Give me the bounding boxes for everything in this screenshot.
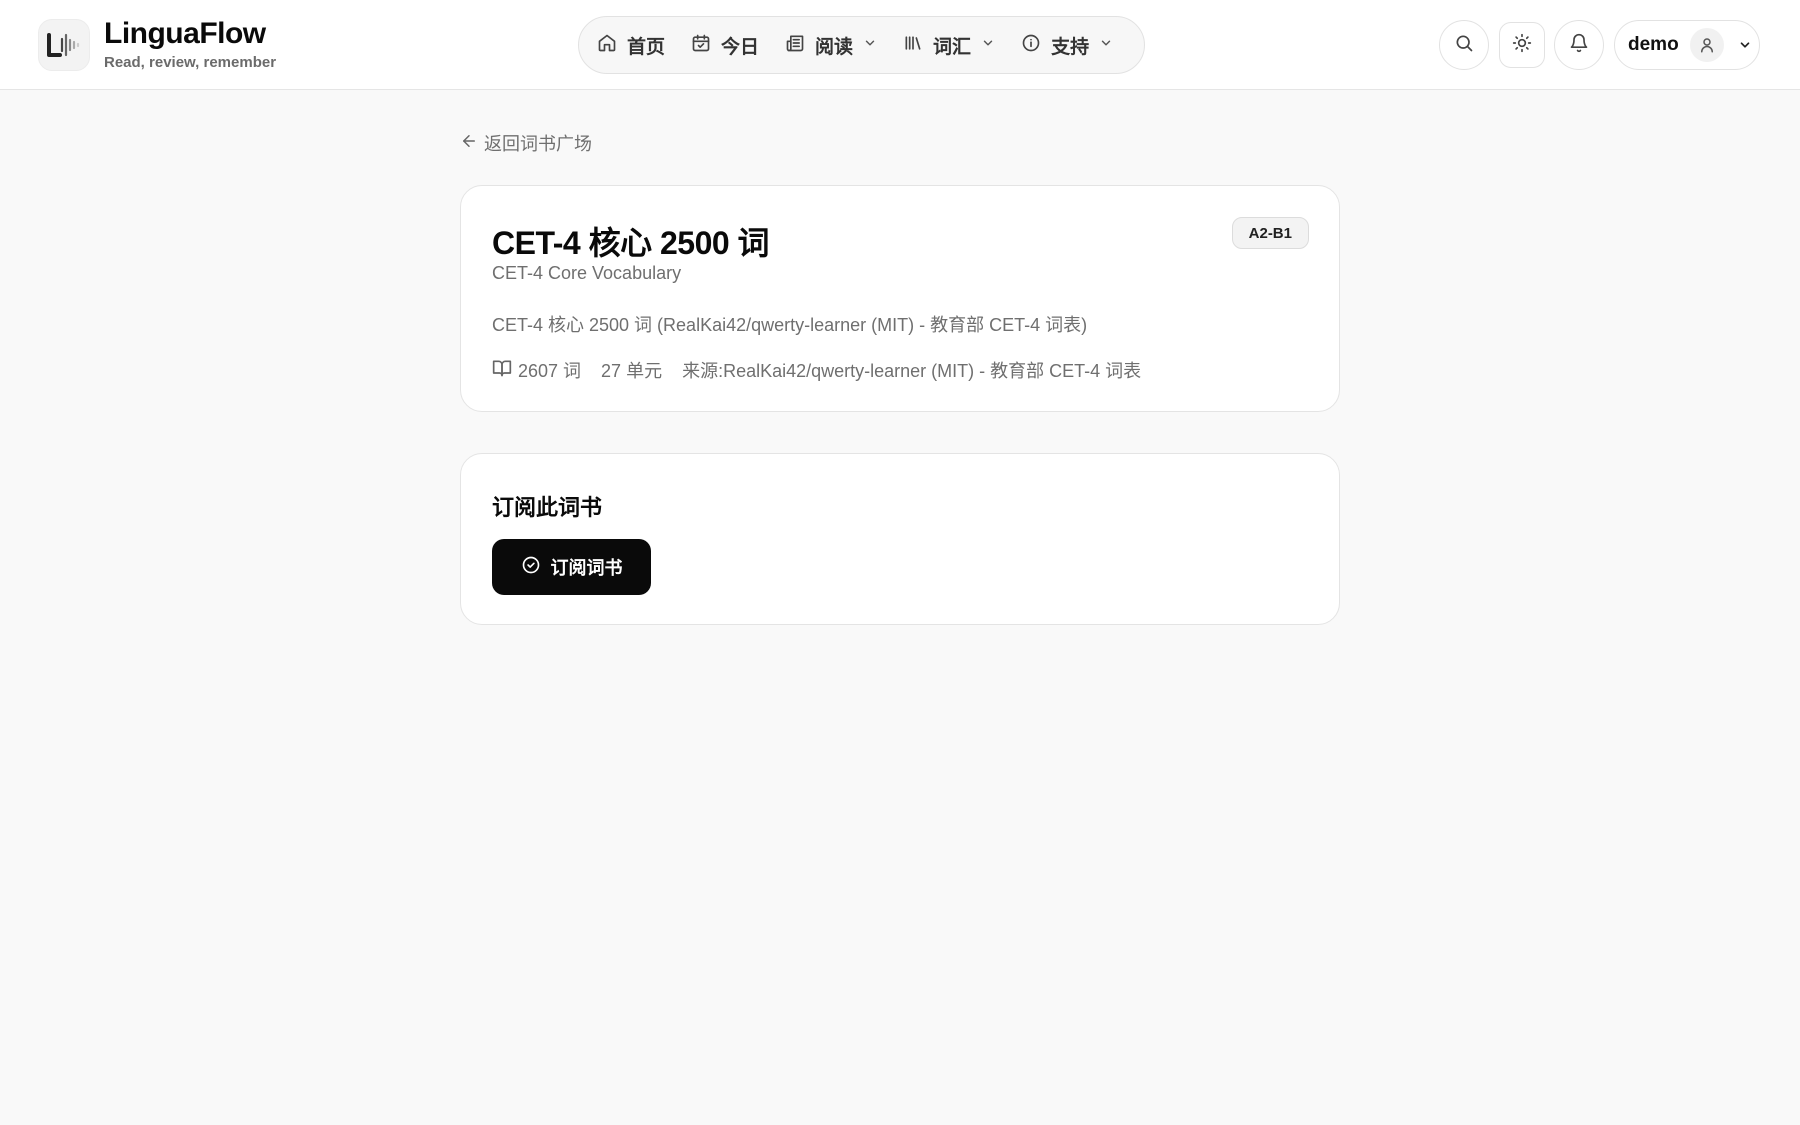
chevron-down-icon	[1738, 38, 1752, 52]
home-icon	[597, 33, 617, 58]
brand-tagline: Read, review, remember	[104, 54, 277, 71]
calendar-check-icon	[691, 33, 711, 58]
brand-title: LinguaFlow	[104, 17, 266, 50]
nav-label: 支持	[1051, 36, 1090, 58]
wordbook-meta: 2607 词 27 单元 来源:RealKai42/qwerty-learner…	[492, 357, 1141, 383]
nav-item-today[interactable]: 今日	[691, 25, 759, 65]
search-icon	[1454, 33, 1474, 58]
nav-label: 今日	[721, 36, 760, 58]
user-menu-button[interactable]: demo	[1614, 20, 1760, 70]
nav-label: 词汇	[933, 36, 972, 58]
check-circle-icon	[521, 555, 541, 580]
library-icon	[903, 33, 923, 58]
chevron-down-icon	[863, 36, 877, 55]
nav-item-support[interactable]: 支持	[1021, 25, 1113, 65]
search-button[interactable]	[1439, 20, 1489, 70]
chevron-down-icon	[981, 36, 995, 55]
subscribe-button-label: 订阅词书	[550, 558, 623, 578]
notifications-button[interactable]	[1554, 20, 1604, 70]
wordbook-description: CET-4 核心 2500 词 (RealKai42/qwerty-learne…	[492, 315, 1088, 335]
back-link-label: 返回词书广场	[484, 134, 592, 154]
wordbook-info-card: CET-4 核心 2500 词 A2-B1 CET-4 Core Vocabul…	[460, 185, 1340, 412]
sun-icon	[1512, 33, 1532, 58]
wordbook-title: CET-4 核心 2500 词	[492, 225, 770, 261]
logo-icon	[38, 19, 90, 71]
subscribe-button[interactable]: 订阅词书	[492, 539, 651, 595]
avatar	[1689, 28, 1724, 62]
theme-toggle-button[interactable]	[1499, 22, 1545, 68]
arrow-left-icon	[460, 132, 478, 155]
book-open-icon	[492, 358, 518, 383]
main-nav: 首页 今日 阅读 词汇 支持	[578, 16, 1145, 74]
newspaper-icon	[785, 33, 805, 58]
wordbook-source: 来源:RealKai42/qwerty-learner (MIT) - 教育部 …	[682, 361, 1142, 381]
user-icon	[1700, 38, 1713, 53]
subscribe-heading: 订阅此词书	[492, 495, 603, 520]
nav-item-home[interactable]: 首页	[597, 25, 665, 65]
top-navigation-bar: LinguaFlow Read, review, remember 首页 今日 …	[0, 0, 1800, 90]
subscribe-card: 订阅此词书 订阅词书	[460, 453, 1340, 625]
brand[interactable]: LinguaFlow Read, review, remember	[38, 17, 276, 73]
user-name: demo	[1628, 34, 1679, 55]
nav-item-reading[interactable]: 阅读	[785, 25, 877, 65]
word-count: 2607 词	[518, 361, 582, 381]
back-to-wordbook-plaza-link[interactable]: 返回词书广场	[460, 130, 592, 156]
unit-count: 27 单元	[601, 361, 663, 381]
nav-item-vocabulary[interactable]: 词汇	[903, 25, 995, 65]
nav-label: 首页	[627, 36, 666, 58]
info-icon	[1021, 33, 1041, 58]
bell-icon	[1569, 33, 1589, 58]
chevron-down-icon	[1099, 36, 1113, 55]
wordbook-english-name: CET-4 Core Vocabulary	[492, 263, 682, 283]
nav-label: 阅读	[815, 36, 854, 58]
level-badge: A2-B1	[1231, 217, 1309, 249]
